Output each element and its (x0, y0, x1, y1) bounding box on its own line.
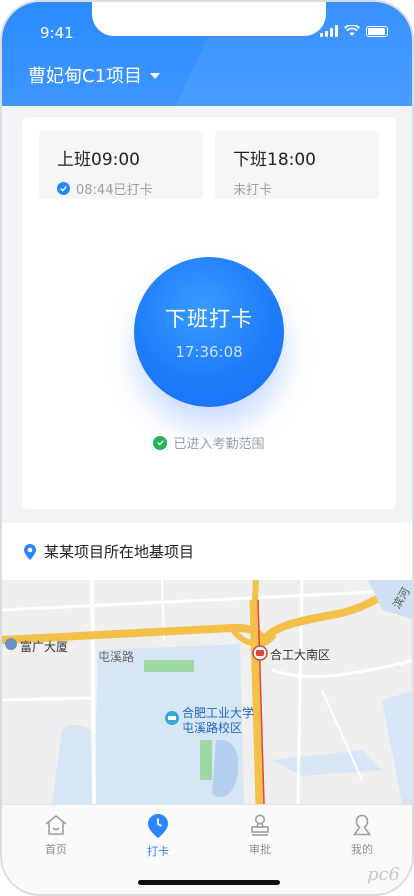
device-notch (92, 2, 326, 36)
map-label-campus-line2: 屯溪路校区 (182, 721, 243, 735)
battery-icon (366, 25, 388, 37)
tab-home-label: 首页 (45, 843, 67, 856)
tab-punch[interactable]: 打卡 (118, 813, 198, 859)
map-canvas (2, 580, 412, 804)
shift-start-time: 上班09:00 (57, 150, 140, 170)
shift-end-time: 下班18:00 (233, 150, 316, 170)
map-label-campus-line1: 合肥工业大学 (182, 706, 255, 720)
tab-mine-label: 我的 (351, 843, 373, 856)
wifi-icon (344, 25, 360, 36)
home-icon (45, 814, 67, 835)
shift-end-status: 未打卡 (233, 183, 273, 198)
user-icon (352, 814, 372, 836)
clock-pin-icon (148, 814, 168, 838)
map-view[interactable]: 富广大厦 屯溪路 合工大南区 合肥工业大学 屯溪路校区 滨河 (2, 580, 412, 804)
map-label-tunxi-road: 屯溪路 (98, 650, 135, 664)
project-name: 曹妃甸C1项目 (28, 66, 143, 87)
phone-screen: 9:41 曹妃甸C1项目 上班09:00 08:44已打卡 下班18:00 未打… (0, 0, 414, 896)
tab-home[interactable]: 首页 (16, 813, 96, 857)
watermark-logo: pc6 (366, 864, 400, 885)
location-pin-icon (24, 543, 36, 560)
signal-icon (320, 25, 338, 37)
stamp-icon (251, 814, 269, 836)
tab-punch-label: 打卡 (147, 845, 169, 858)
check-circle-icon (153, 435, 168, 450)
check-icon (57, 182, 70, 195)
punch-button[interactable]: 下班打卡 17:36:08 (134, 257, 284, 407)
punch-label: 下班打卡 (165, 307, 253, 331)
range-status: 已进入考勤范围 (22, 433, 396, 452)
shift-start-status-text: 08:44已打卡 (76, 183, 153, 198)
location-label: 某某项目所在地基项目 (44, 543, 195, 561)
shift-card-end: 下班18:00 未打卡 (215, 131, 379, 199)
shift-start-status: 08:44已打卡 (57, 179, 185, 198)
range-status-text: 已进入考勤范围 (173, 437, 265, 452)
map-label-fuguang: 富广大厦 (20, 640, 69, 654)
map-label-campus: 合肥工业大学 屯溪路校区 (182, 706, 254, 736)
tab-approval-label: 审批 (249, 843, 271, 856)
status-icons (320, 25, 388, 37)
tab-approval[interactable]: 审批 (220, 813, 300, 857)
tab-mine[interactable]: 我的 (322, 813, 402, 857)
map-label-hegong-south: 合工大南区 (270, 648, 331, 662)
project-selector[interactable]: 曹妃甸C1项目 (28, 62, 161, 88)
shift-card-start: 上班09:00 08:44已打卡 (39, 131, 203, 199)
caret-down-icon (150, 73, 161, 79)
home-indicator (138, 880, 280, 885)
punch-clock: 17:36:08 (175, 343, 243, 361)
attendance-card: 上班09:00 08:44已打卡 下班18:00 未打卡 下班打卡 17:36:… (22, 117, 396, 509)
location-row[interactable]: 某某项目所在地基项目 (2, 523, 412, 580)
status-time: 9:41 (40, 24, 74, 42)
